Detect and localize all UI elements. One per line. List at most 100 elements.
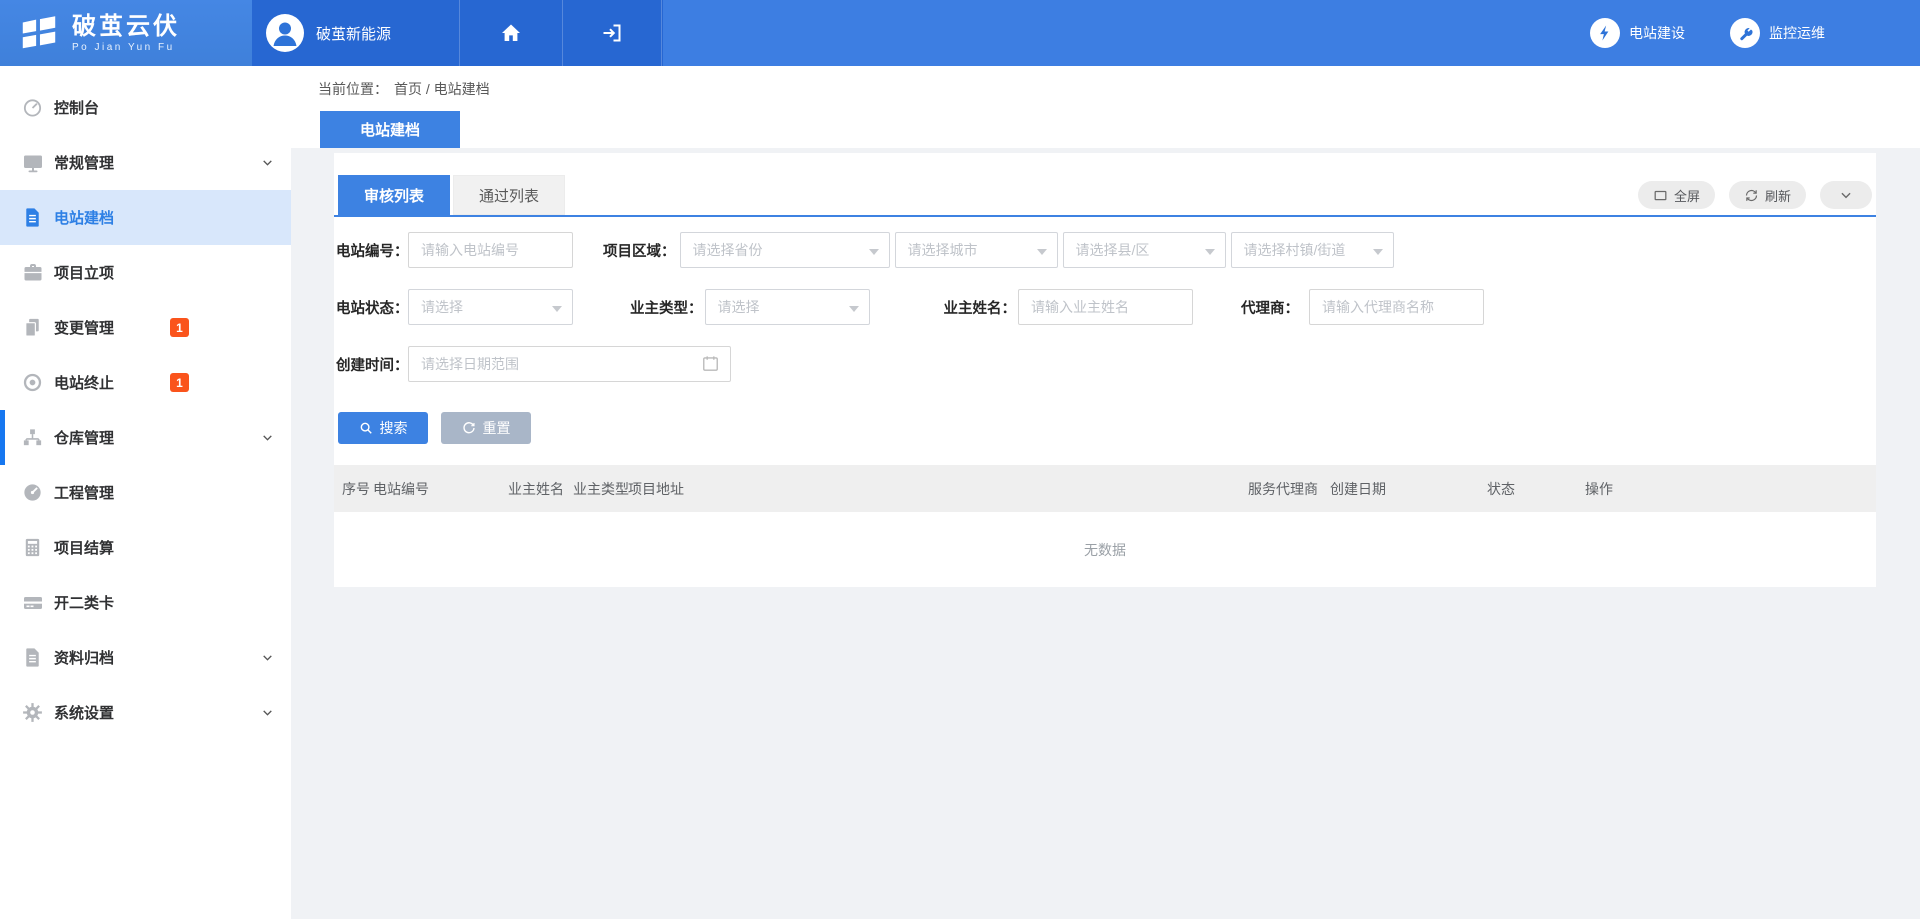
home-button[interactable]	[460, 0, 563, 66]
owner-name-label: 业主姓名：	[944, 297, 1017, 318]
disc-icon	[20, 370, 45, 395]
module-monitor-ops[interactable]: 监控运维	[1730, 18, 1825, 48]
agent-input[interactable]	[1309, 289, 1484, 325]
station-status-label: 电站状态：	[336, 297, 408, 318]
user-menu[interactable]: 破茧新能源	[252, 0, 460, 66]
brand-logo-icon	[18, 12, 60, 54]
home-icon	[499, 21, 523, 45]
county-select[interactable]: 请选择县/区	[1063, 232, 1226, 268]
brand-name-cn: 破茧云伏	[72, 14, 180, 40]
col-service-agent: 服务代理商	[1248, 479, 1330, 499]
station-no-label: 电站编号：	[336, 240, 408, 261]
sidebar-item-label: 控制台	[54, 97, 99, 118]
breadcrumb-prefix: 当前位置：	[318, 79, 388, 99]
date-range-input[interactable]	[408, 346, 731, 382]
city-select[interactable]: 请选择城市	[895, 232, 1058, 268]
county-placeholder: 请选择县/区	[1076, 240, 1150, 260]
sidebar-item-engineering-mgmt[interactable]: 工程管理	[0, 465, 291, 520]
owner-name-input[interactable]	[1018, 289, 1193, 325]
module-station-build[interactable]: 电站建设	[1590, 18, 1685, 48]
tab-review-list[interactable]: 审核列表	[338, 175, 450, 215]
lightning-icon	[1590, 18, 1620, 48]
top-bar-modules: 电站建设 监控运维	[663, 0, 1920, 66]
sidebar-item-station-archive[interactable]: 电站建档	[0, 190, 291, 245]
app-window: 破茧云伏 Po Jian Yun Fu 破茧新能源	[0, 0, 1920, 919]
sign-out-icon	[600, 21, 624, 45]
chevron-down-icon	[261, 706, 274, 719]
calculator-icon	[20, 535, 45, 560]
breadcrumb: 当前位置： 首页 / 电站建档	[291, 66, 1920, 111]
date-range-picker[interactable]	[408, 346, 731, 382]
sidebar-item-station-termination[interactable]: 电站终止 1	[0, 355, 291, 410]
province-placeholder: 请选择省份	[693, 240, 763, 260]
sidebar-item-label: 项目结算	[54, 537, 114, 558]
briefcase-icon	[20, 260, 45, 285]
module-label: 电站建设	[1629, 23, 1685, 43]
sidebar-item-system-settings[interactable]: 系统设置	[0, 685, 291, 740]
sidebar-item-project-settlement[interactable]: 项目结算	[0, 520, 291, 575]
avatar	[266, 14, 304, 52]
reset-icon	[462, 421, 476, 435]
speedometer-icon	[20, 480, 45, 505]
content-card: 审核列表 通过列表 全屏	[334, 153, 1876, 587]
sidebar-item-warehouse-mgmt[interactable]: 仓库管理	[0, 410, 291, 465]
badge-count: 1	[170, 318, 189, 337]
col-actions: 操作	[1585, 479, 1876, 499]
wrench-icon	[1730, 18, 1760, 48]
fullscreen-button[interactable]: 全屏	[1638, 181, 1715, 209]
province-select[interactable]: 请选择省份	[680, 232, 890, 268]
agent-label: 代理商：	[1241, 297, 1299, 318]
monitor-icon	[20, 150, 45, 175]
sidebar-item-label: 系统设置	[54, 702, 114, 723]
collapse-button[interactable]	[1820, 181, 1872, 209]
col-status: 状态	[1487, 479, 1585, 499]
sidebar-item-general-mgmt[interactable]: 常规管理	[0, 135, 291, 190]
reset-button[interactable]: 重置	[441, 412, 531, 444]
filter-row-2: 电站状态： 请选择 业主类型： 请选择 业主姓名： 代理商：	[336, 289, 1876, 325]
page-body: 审核列表 通过列表 全屏	[291, 148, 1920, 587]
reset-label: 重置	[483, 418, 511, 438]
logout-button[interactable]	[563, 0, 662, 66]
fullscreen-label: 全屏	[1674, 186, 1700, 205]
sidebar-item-label: 变更管理	[54, 317, 114, 338]
owner-type-select[interactable]: 请选择	[705, 289, 870, 325]
refresh-button[interactable]: 刷新	[1729, 181, 1806, 209]
results-table: 序号 电站编号 业主姓名 业主类型 项目地址 服务代理商 创建日期 状态 操作 …	[334, 465, 1876, 587]
station-no-input[interactable]	[408, 232, 573, 268]
sidebar-item-label: 常规管理	[54, 152, 114, 173]
tab-passed-list[interactable]: 通过列表	[453, 175, 565, 215]
refresh-label: 刷新	[1765, 186, 1791, 205]
table-header-row: 序号 电站编号 业主姓名 业主类型 项目地址 服务代理商 创建日期 状态 操作	[334, 465, 1876, 512]
chevron-down-icon	[261, 156, 274, 169]
sidebar-item-project-initiation[interactable]: 项目立项	[0, 245, 291, 300]
filter-row-1: 电站编号： 项目区域： 请选择省份 请选择城市 请选择县/区	[336, 232, 1876, 268]
breadcrumb-path: 首页 / 电站建档	[394, 79, 490, 99]
col-project-address: 项目地址	[628, 479, 1248, 499]
filter-row-3: 创建时间：	[336, 346, 1876, 382]
search-button[interactable]: 搜索	[338, 412, 428, 444]
chevron-down-icon	[261, 651, 274, 664]
calendar-icon	[701, 354, 720, 373]
page-tab-station-archive[interactable]: 电站建档	[320, 111, 460, 148]
file-text-icon	[20, 205, 45, 230]
sidebar-item-dashboard[interactable]: 控制台	[0, 80, 291, 135]
sidebar-item-data-archive[interactable]: 资料归档	[0, 630, 291, 685]
town-select[interactable]: 请选择村镇/街道	[1231, 232, 1394, 268]
module-label: 监控运维	[1769, 23, 1825, 43]
col-owner-name: 业主姓名	[508, 479, 573, 499]
owner-type-placeholder: 请选择	[718, 297, 760, 317]
sidebar-item-label: 资料归档	[54, 647, 114, 668]
brand-logo[interactable]: 破茧云伏 Po Jian Yun Fu	[0, 0, 252, 66]
station-status-placeholder: 请选择	[421, 297, 463, 317]
col-serial: 序号	[342, 479, 373, 499]
station-status-select[interactable]: 请选择	[408, 289, 573, 325]
company-name: 破茧新能源	[316, 23, 391, 44]
city-placeholder: 请选择城市	[908, 240, 978, 260]
sidebar-item-change-mgmt[interactable]: 变更管理 1	[0, 300, 291, 355]
filter-buttons: 搜索 重置	[336, 412, 1876, 444]
sidebar-item-label: 开二类卡	[54, 592, 114, 613]
sidebar-item-open-card[interactable]: 开二类卡	[0, 575, 291, 630]
sidebar-item-label: 项目立项	[54, 262, 114, 283]
col-owner-type: 业主类型	[573, 479, 628, 499]
owner-type-label: 业主类型：	[630, 297, 703, 318]
